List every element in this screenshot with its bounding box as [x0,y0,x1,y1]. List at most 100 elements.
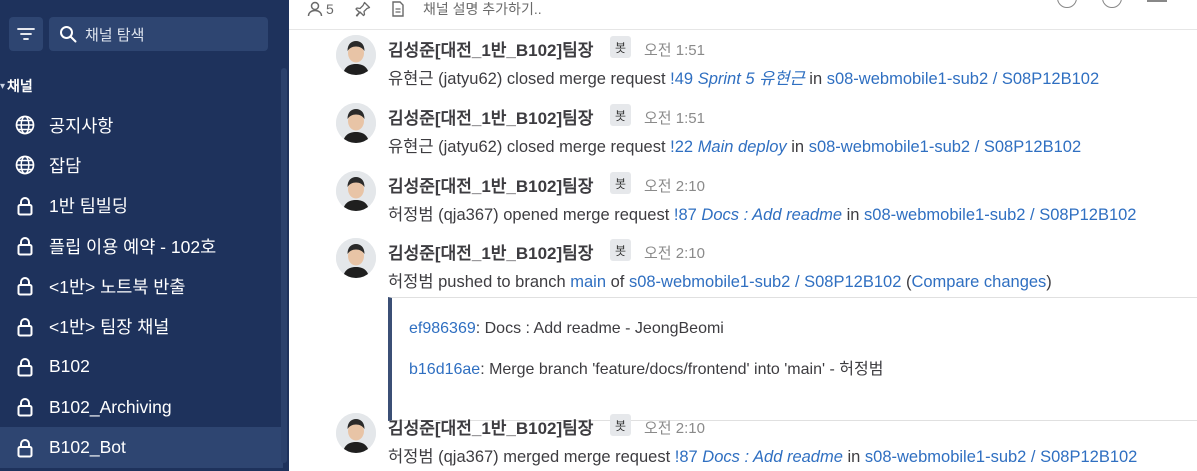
bot-badge: 봇 [610,239,632,261]
message-text: of [606,273,629,291]
avatar[interactable] [336,413,376,453]
avatar[interactable] [336,35,376,75]
sidebar-item-label: <1반> 팀장 채널 [49,317,170,338]
bot-badge: 봇 [610,172,632,194]
post-author[interactable]: 김성준[대전_1반_B102]팀장 [388,414,593,439]
post-message: 허정범 pushed to branch main of s08-webmobi… [388,268,1052,292]
sidebar-item-chat[interactable]: 잡담 [0,145,283,185]
post-author[interactable]: 김성준[대전_1반_B102]팀장 [388,104,593,129]
sidebar-scrollbar[interactable] [281,68,287,463]
sidebar-item-laptop-checkout[interactable]: <1반> 노트북 반출 [0,266,283,306]
mr-link[interactable]: !87 [675,448,698,466]
post-message: 유현근 (jatyu62) closed merge request !22 M… [388,133,1081,157]
compare-changes-link[interactable]: Compare changes [911,273,1046,291]
sidebar-item-leader-channel[interactable]: <1반> 팀장 채널 [0,306,283,346]
lock-icon [15,357,35,377]
lock-icon [15,438,35,458]
avatar[interactable] [336,103,376,143]
sidebar-item-label: B102_Bot [49,437,126,458]
commit-attachment: ef986369: Docs : Add readme - JeongBeomi… [388,297,1197,421]
message-text: ) [1046,273,1052,291]
post-time[interactable]: 오전 2:10 [644,242,705,263]
repo-link[interactable]: s08-webmobile1-sub2 / S08P12B102 [827,70,1099,88]
mr-title-link[interactable]: Main deploy [698,138,787,156]
avatar[interactable] [336,238,376,278]
sidebar-item-team-building[interactable]: 1반 팀빌딩 [0,186,283,226]
globe-icon [15,155,35,175]
post-author[interactable]: 김성준[대전_1반_B102]팀장 [388,36,593,61]
channel-section-header[interactable]: ▾ 채널 [0,76,33,96]
info-icon[interactable] [1102,0,1122,8]
lock-icon [15,276,35,296]
mr-link[interactable]: !87 [674,206,697,224]
post-time[interactable]: 오전 2:10 [644,175,705,196]
post-message: 유현근 (jatyu62) closed merge request !49 S… [388,65,1099,89]
sidebar-item-label: <1반> 노트북 반출 [49,276,186,297]
post: 김성준[대전_1반_B102]팀장 봇 오전 2:10 허정범 (qja367)… [289,410,1197,471]
commit-sha-link[interactable]: b16d16ae [409,361,480,378]
avatar[interactable] [336,171,376,211]
repo-link[interactable]: s08-webmobile1-sub2 / S08P12B102 [629,273,901,291]
member-icon [307,1,323,17]
lock-icon [15,397,35,417]
channel-list: 공지사항 잡담 1반 팀빌딩 플립 이용 예약 - 102호 <1반> 노트북 … [0,105,283,468]
mention-icon[interactable] [1057,0,1077,8]
channel-description[interactable]: 채널 설명 추가하기.. [391,0,542,18]
message-text: in [804,70,827,88]
commit-item: ef986369: Docs : Add readme - JeongBeomi [409,320,724,338]
sidebar-item-label: 공지사항 [49,115,114,136]
sidebar-item-notice[interactable]: 공지사항 [0,105,283,145]
commit-message: : Docs : Add readme - JeongBeomi [475,320,724,337]
member-count: 5 [326,1,334,17]
lock-icon [15,236,35,256]
post-message: 허정범 (qja367) opened merge request !87 Do… [388,201,1136,225]
message-feed: 김성준[대전_1반_B102]팀장 봇 오전 1:51 유현근 (jatyu62… [289,30,1197,471]
repo-link[interactable]: s08-webmobile1-sub2 / S08P12B102 [865,448,1137,466]
mr-title-link[interactable]: Sprint 5 유현근 [698,70,805,88]
repo-link[interactable]: s08-webmobile1-sub2 / S08P12B102 [809,138,1081,156]
mr-title-link[interactable]: Docs : Add readme [702,448,843,466]
branch-link[interactable]: main [570,273,606,291]
message-text: ( [901,273,912,291]
search-placeholder: 채널 탐색 [85,26,145,44]
bot-badge: 봇 [610,104,632,126]
mr-link[interactable]: !22 [670,138,693,156]
sidebar-item-label: 플립 이용 예약 - 102호 [49,236,217,257]
post: 김성준[대전_1반_B102]팀장 봇 오전 1:51 유현근 (jatyu62… [289,32,1197,92]
message-text: in [786,138,809,156]
menu-icon[interactable] [1147,0,1167,2]
post-author[interactable]: 김성준[대전_1반_B102]팀장 [388,172,593,197]
mr-link[interactable]: !49 [670,70,693,88]
pin-button[interactable] [355,0,371,18]
post: 김성준[대전_1반_B102]팀장 봇 오전 2:10 허정범 (qja367)… [289,168,1197,228]
post-author[interactable]: 김성준[대전_1반_B102]팀장 [388,239,593,264]
message-text: in [842,206,865,224]
message-text: 유현근 (jatyu62) closed merge request [388,70,671,88]
description-placeholder: 채널 설명 추가하기.. [423,1,542,17]
filter-button[interactable] [9,17,43,51]
post-time[interactable]: 오전 1:51 [644,39,705,60]
sidebar-item-label: 잡담 [49,155,82,176]
sidebar-item-b102-archiving[interactable]: B102_Archiving [0,387,283,427]
section-label: 채널 [7,78,33,94]
sidebar-item-label: B102_Archiving [49,396,172,417]
bot-badge: 봇 [610,414,632,436]
sidebar-item-label: 1반 팀빌딩 [49,196,128,217]
post-time[interactable]: 오전 1:51 [644,107,705,128]
sidebar-item-b102-bot[interactable]: B102_Bot [0,427,283,468]
post: 김성준[대전_1반_B102]팀장 봇 오전 1:51 유현근 (jatyu62… [289,100,1197,160]
chevron-down-icon: ▾ [0,80,6,92]
message-text: 유현근 (jatyu62) closed merge request [388,138,671,156]
commit-sha-link[interactable]: ef986369 [409,320,476,337]
sidebar-item-b102[interactable]: B102 [0,347,283,387]
document-icon [392,1,404,17]
sidebar-item-flip-reservation[interactable]: 플립 이용 예약 - 102호 [0,226,283,266]
sidebar: 채널 탐색 ▾ 채널 공지사항 잡담 1반 팀빌딩 플립 이용 예약 - 102… [0,0,289,471]
post-time[interactable]: 오전 2:10 [644,417,705,438]
commit-item: b16d16ae: Merge branch 'feature/docs/fro… [409,355,883,379]
channel-search-input[interactable]: 채널 탐색 [49,17,268,51]
mr-title-link[interactable]: Docs : Add readme [701,206,842,224]
channel-header: 5 채널 설명 추가하기.. [289,0,1197,30]
repo-link[interactable]: s08-webmobile1-sub2 / S08P12B102 [864,206,1136,224]
member-count-button[interactable]: 5 [307,0,334,18]
